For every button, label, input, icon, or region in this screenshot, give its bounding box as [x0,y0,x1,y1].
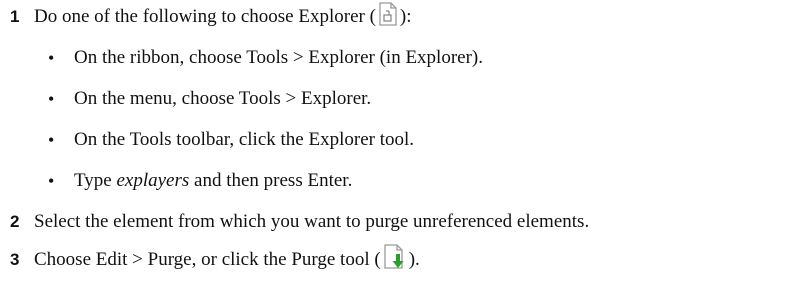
command-name: explayers [116,170,190,191]
bullet-dot: • [48,171,55,191]
bullet-item-menu: • On the menu, choose Tools > Explorer. [48,84,371,114]
bullet-dot: • [48,48,55,68]
bullet-text: On the menu, choose Tools > Explorer. [74,88,372,109]
instruction-list: 1 Do one of the following to choose Expl… [0,0,789,283]
purge-download-icon [383,244,407,276]
step-text-before: Choose Edit > Purge, or click the Purge … [34,249,381,270]
bullet-text-after: and then press Enter. [189,170,353,191]
step-text-after: ). [408,249,420,270]
step-text: Choose Edit > Purge, or click the Purge … [34,244,420,276]
step-number: 3 [10,250,20,269]
step-number: 2 [10,212,20,231]
step-3: 3 Choose Edit > Purge, or click the Purg… [0,244,420,276]
bullet-text: On the ribbon, choose Tools > Explorer (… [74,47,484,68]
bullet-dot: • [48,89,55,109]
bullet-item-type: • Type explayers and then press Enter. [48,166,352,196]
bullet-dot: • [48,130,55,150]
step-2: 2 Select the element from which you want… [0,207,589,237]
bullet-text: On the Tools toolbar, click the Explorer… [74,129,415,150]
step-text: Do one of the following to choose Explor… [34,2,412,32]
step-1: 1 Do one of the following to choose Expl… [0,2,412,32]
explorer-document-icon [378,2,398,32]
bullet-text-before: Type [74,170,117,191]
step-number: 1 [10,7,20,26]
step-text: Select the element from which you want t… [34,211,590,232]
step-text-before: Do one of the following to choose Explor… [34,6,376,27]
bullet-item-ribbon: • On the ribbon, choose Tools > Explorer… [48,43,483,73]
bullet-item-toolbar: • On the Tools toolbar, click the Explor… [48,125,414,155]
bullet-text: Type explayers and then press Enter. [74,170,352,192]
step-text-after: ): [399,6,412,27]
